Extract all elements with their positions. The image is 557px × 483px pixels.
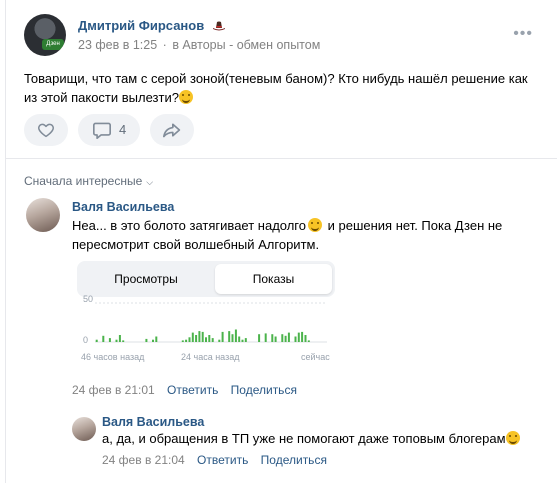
reply-date[interactable]: 24 фев в 21:04 bbox=[102, 453, 185, 467]
chart-bar bbox=[115, 339, 118, 342]
post-meta: 23 фев в 1:25 · в Авторы - обмен опытом bbox=[78, 38, 320, 52]
comment-footer: 24 фев в 21:01 Ответить Поделиться bbox=[72, 383, 297, 397]
stats-tabs: Просмотры Показы bbox=[77, 261, 335, 297]
reply-text: а, да, и обращения в ТП уже не помогают … bbox=[102, 430, 552, 449]
chevron-down-icon: ⌵ bbox=[146, 177, 154, 187]
post-text: Товарищи, что там с серой зоной(теневым … bbox=[24, 70, 534, 107]
reply-text-body: а, да, и обращения в ТП уже не помогают … bbox=[102, 431, 506, 446]
commenter-avatar[interactable] bbox=[26, 198, 60, 232]
tab-views: Просмотры bbox=[114, 272, 178, 286]
reply-author-name[interactable]: Валя Васильева bbox=[102, 415, 204, 429]
chart-bar bbox=[221, 331, 224, 342]
chart-bar bbox=[95, 339, 98, 342]
author-avatar[interactable]: Дзен bbox=[24, 14, 66, 56]
chart-bar bbox=[287, 332, 290, 342]
chart-bar bbox=[258, 334, 261, 342]
post-date[interactable]: 23 фев в 1:25 bbox=[78, 38, 157, 52]
chart-bar bbox=[238, 336, 241, 342]
chart-bar bbox=[211, 338, 214, 342]
chart-bar bbox=[307, 340, 310, 342]
dzen-badge: Дзен bbox=[42, 39, 64, 50]
chart-bar bbox=[281, 334, 284, 342]
chart-bar bbox=[201, 331, 204, 342]
chart-bar bbox=[118, 335, 121, 342]
share-button[interactable] bbox=[150, 114, 194, 146]
comment-date[interactable]: 24 фев в 21:01 bbox=[72, 383, 155, 397]
chart-bar bbox=[241, 339, 244, 342]
chart-bar bbox=[155, 336, 158, 342]
meta-separator: · bbox=[162, 38, 167, 52]
chart-bar bbox=[122, 340, 125, 342]
chart-bar bbox=[304, 335, 307, 342]
chart-bar bbox=[108, 338, 111, 342]
chart-bar bbox=[152, 339, 154, 342]
chart-bar bbox=[297, 332, 300, 342]
author-name-text[interactable]: Дмитрий Фирсанов bbox=[78, 18, 204, 33]
reply-share-button[interactable]: Поделиться bbox=[261, 453, 327, 467]
share-icon bbox=[163, 123, 181, 138]
grinning-sweat-emoji-icon bbox=[178, 89, 193, 104]
x-axis-label-mid: 24 часа назад bbox=[181, 352, 240, 362]
share-comment-button[interactable]: Поделиться bbox=[231, 383, 297, 397]
y-axis-max-label: 50 bbox=[83, 294, 94, 304]
more-options-icon[interactable]: ••• bbox=[513, 26, 533, 42]
reply-button[interactable]: Ответить bbox=[167, 383, 218, 397]
chart-bar bbox=[145, 338, 148, 342]
tab-impressions: Показы bbox=[215, 264, 332, 294]
comment-text: Неа... в это болото затягивает надолго и… bbox=[72, 217, 532, 254]
chart-bar bbox=[231, 334, 234, 342]
chart-bar bbox=[264, 333, 267, 342]
chart-bar bbox=[185, 339, 188, 342]
stats-image-attachment[interactable]: Просмотры Показы 50 0 46 часов назад 24 … bbox=[77, 261, 335, 371]
comments-sort-dropdown[interactable]: Сначала интересные ⌵ bbox=[24, 174, 153, 188]
post-author-name[interactable]: Дмитрий Фирсанов bbox=[78, 18, 226, 33]
chart-bar bbox=[284, 335, 287, 342]
divider bbox=[6, 158, 557, 159]
heart-icon bbox=[38, 123, 54, 138]
chart-bar bbox=[208, 335, 211, 342]
chart-bar bbox=[294, 336, 297, 342]
x-axis-label-end: сейчас bbox=[301, 352, 330, 362]
post-text-body: Товарищи, что там с серой зоной(теневым … bbox=[24, 71, 528, 105]
reply-footer: 24 фев в 21:04 Ответить Поделиться bbox=[102, 453, 327, 467]
chart-bar bbox=[244, 338, 247, 342]
reply-reply-button[interactable]: Ответить bbox=[197, 453, 248, 467]
comment-count: 4 bbox=[119, 122, 127, 137]
chart-bar bbox=[102, 335, 105, 342]
comment-text-part1: Неа... в это болото затягивает надолго bbox=[72, 218, 306, 233]
chart-bar bbox=[188, 337, 191, 342]
chart-bar bbox=[271, 334, 274, 342]
comment-author-name[interactable]: Валя Васильева bbox=[72, 200, 174, 214]
comment-icon bbox=[93, 122, 111, 139]
y-axis-min-label: 0 bbox=[83, 335, 89, 345]
chart-bar bbox=[274, 336, 277, 342]
like-button[interactable] bbox=[24, 114, 68, 146]
comment-button[interactable]: 4 bbox=[78, 114, 140, 146]
chart-bar bbox=[234, 329, 237, 342]
chart-bar bbox=[195, 335, 198, 342]
chart-bar bbox=[228, 331, 231, 342]
cowboy-hat-icon bbox=[212, 21, 225, 31]
chart-bar bbox=[181, 340, 184, 342]
x-axis-label-start: 46 часов назад bbox=[81, 352, 145, 362]
chart-bar bbox=[191, 332, 194, 342]
chart-bar bbox=[301, 331, 304, 342]
chart-bar bbox=[198, 331, 201, 342]
sort-label[interactable]: Сначала интересные bbox=[24, 174, 142, 188]
post-group-link[interactable]: в Авторы - обмен опытом bbox=[172, 38, 320, 52]
crying-face-emoji-icon bbox=[505, 431, 520, 445]
reply-author-avatar[interactable] bbox=[72, 417, 96, 441]
post-card: Дзен Дмитрий Фирсанов 23 фев в 1:25 · в … bbox=[5, 0, 557, 483]
chart-bar bbox=[218, 339, 221, 342]
chart-bar bbox=[205, 337, 207, 342]
tired-face-emoji-icon bbox=[308, 218, 322, 232]
post-header: Дзен Дмитрий Фирсанов 23 фев в 1:25 · в … bbox=[24, 14, 547, 58]
